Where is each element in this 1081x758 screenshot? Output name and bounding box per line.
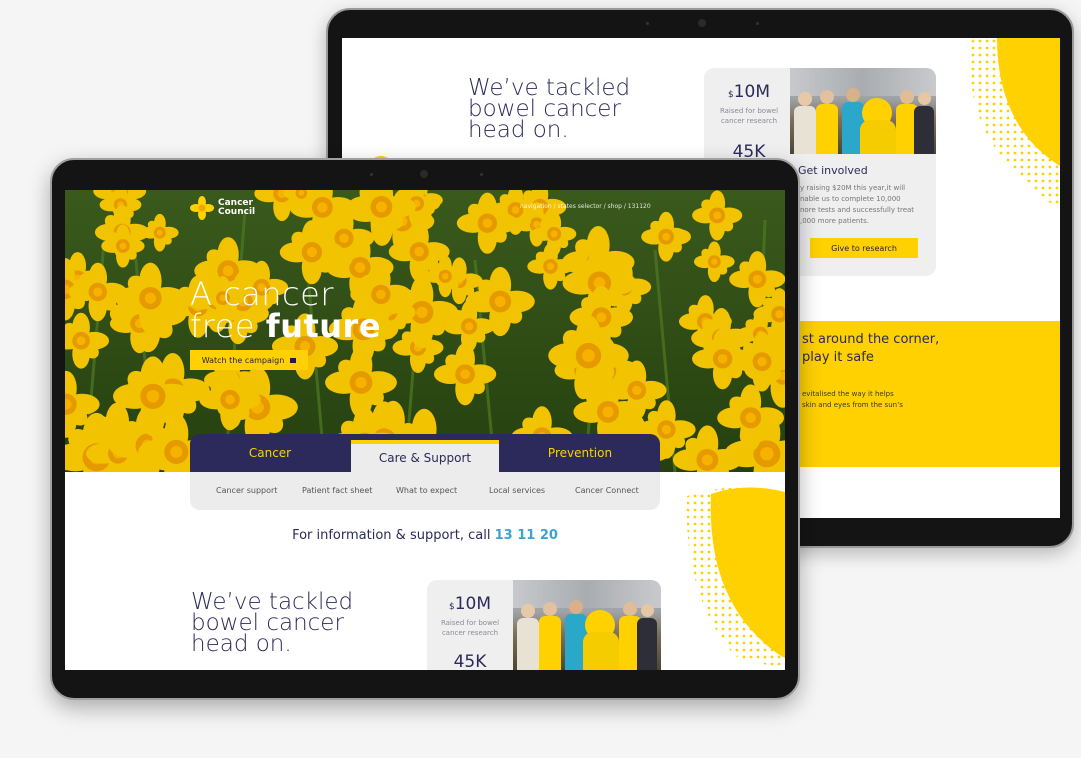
daffodil-logo-icon <box>190 196 214 220</box>
text-line: nable us to complete 10,000 <box>800 195 901 203</box>
sensor-dot <box>370 173 373 176</box>
stat-block: $10M Raised for bowel cancer research 45… <box>714 82 784 162</box>
stat-amount: 45K <box>453 652 487 670</box>
support-text: For information & support, call <box>292 528 495 543</box>
stat-caption: Raised for bowel <box>440 619 500 627</box>
stat-amount: 10M <box>454 594 492 614</box>
tab-label: Care & Support <box>378 451 472 465</box>
text-line: y raising $20M this year,it will <box>800 184 906 192</box>
stat-caption: cancer research <box>720 117 778 125</box>
hero-title-light: free <box>190 307 266 345</box>
banner-title-line: st around the corner, <box>802 332 940 347</box>
tab-label: Prevention <box>547 446 613 460</box>
page-heading: We’ve tackled bowel cancer head on. <box>468 77 630 143</box>
camera-icon <box>420 170 428 178</box>
banner-title: st around the corner, play it safe <box>802 331 939 367</box>
banner-text-line: skin and eyes from the sun’s <box>802 401 903 409</box>
button-label: Give to research <box>831 243 897 253</box>
sub-navigation: Cancer support Patient fact sheet What t… <box>190 472 660 510</box>
hero-daffodil-image <box>65 190 785 472</box>
subnav-what-to-expect[interactable]: What to expect <box>396 486 457 495</box>
heading-line: head on. <box>191 631 292 657</box>
sensor-dot <box>480 173 483 176</box>
get-involved-title: Get involved <box>798 164 868 177</box>
front-tablet-device: Cancer Council navigation / states selec… <box>50 158 800 700</box>
heading-line: head on. <box>468 117 569 143</box>
button-label: Watch the campaign <box>201 355 285 365</box>
hero-title: A cancer free future <box>190 278 381 342</box>
tab-cancer[interactable]: Cancer <box>190 434 350 472</box>
watch-campaign-button[interactable]: Watch the campaign <box>190 350 308 370</box>
volunteers-photo <box>790 68 936 154</box>
sensor-dot <box>756 22 759 25</box>
banner-title-line: play it safe <box>802 350 874 365</box>
sun-safety-banner: st around the corner, play it safe evita… <box>772 321 1060 467</box>
text-line: ,000 more patients. <box>800 217 869 225</box>
logo-text: Council <box>218 207 256 217</box>
banner-text: evitalised the way it helps skin and eye… <box>802 389 903 411</box>
yellow-petal-decoration <box>970 38 1060 208</box>
tab-label: Cancer <box>248 446 292 460</box>
subnav-cancer-connect[interactable]: Cancer Connect <box>575 486 639 495</box>
volunteers-photo <box>513 580 661 670</box>
hero-title-line: A cancer <box>190 275 334 313</box>
top-navigation[interactable]: navigation / states selector / shop / 13… <box>520 203 651 210</box>
tab-care-support[interactable]: Care & Support <box>351 440 499 472</box>
tab-prevention[interactable]: Prevention <box>500 434 660 472</box>
stat-amount: 10M <box>733 82 771 102</box>
text-line: nore tests and successfully treat <box>800 206 915 214</box>
cancer-council-logo[interactable]: Cancer Council <box>190 196 255 220</box>
support-phone-link[interactable]: 13 11 20 <box>495 528 558 543</box>
stat-caption: Raised for bowel <box>719 107 779 115</box>
hero-title-bold: future <box>265 307 382 345</box>
give-to-research-button[interactable]: Give to research <box>810 238 918 258</box>
sensor-dot <box>646 22 649 25</box>
subnav-patient-fact-sheet[interactable]: Patient fact sheet <box>302 486 372 495</box>
page-heading: We’ve tackled bowel cancer head on. <box>191 591 353 657</box>
subnav-cancer-support[interactable]: Cancer support <box>216 486 277 495</box>
front-screen: Cancer Council navigation / states selec… <box>65 190 785 670</box>
daffodil-field-illustration <box>65 190 785 472</box>
stat-caption: cancer research <box>441 629 499 637</box>
stat-block: $10M Raised for bowel cancer research 45… <box>437 594 503 670</box>
banner-text-line: evitalised the way it helps <box>802 390 894 398</box>
camera-icon <box>698 19 706 27</box>
support-line: For information & support, call 13 11 20 <box>65 528 785 543</box>
subnav-local-services[interactable]: Local services <box>489 486 545 495</box>
play-icon <box>290 357 297 363</box>
get-involved-text: y raising $20M this year,it will nable u… <box>800 183 914 227</box>
yellow-petal-decoration <box>686 487 785 670</box>
